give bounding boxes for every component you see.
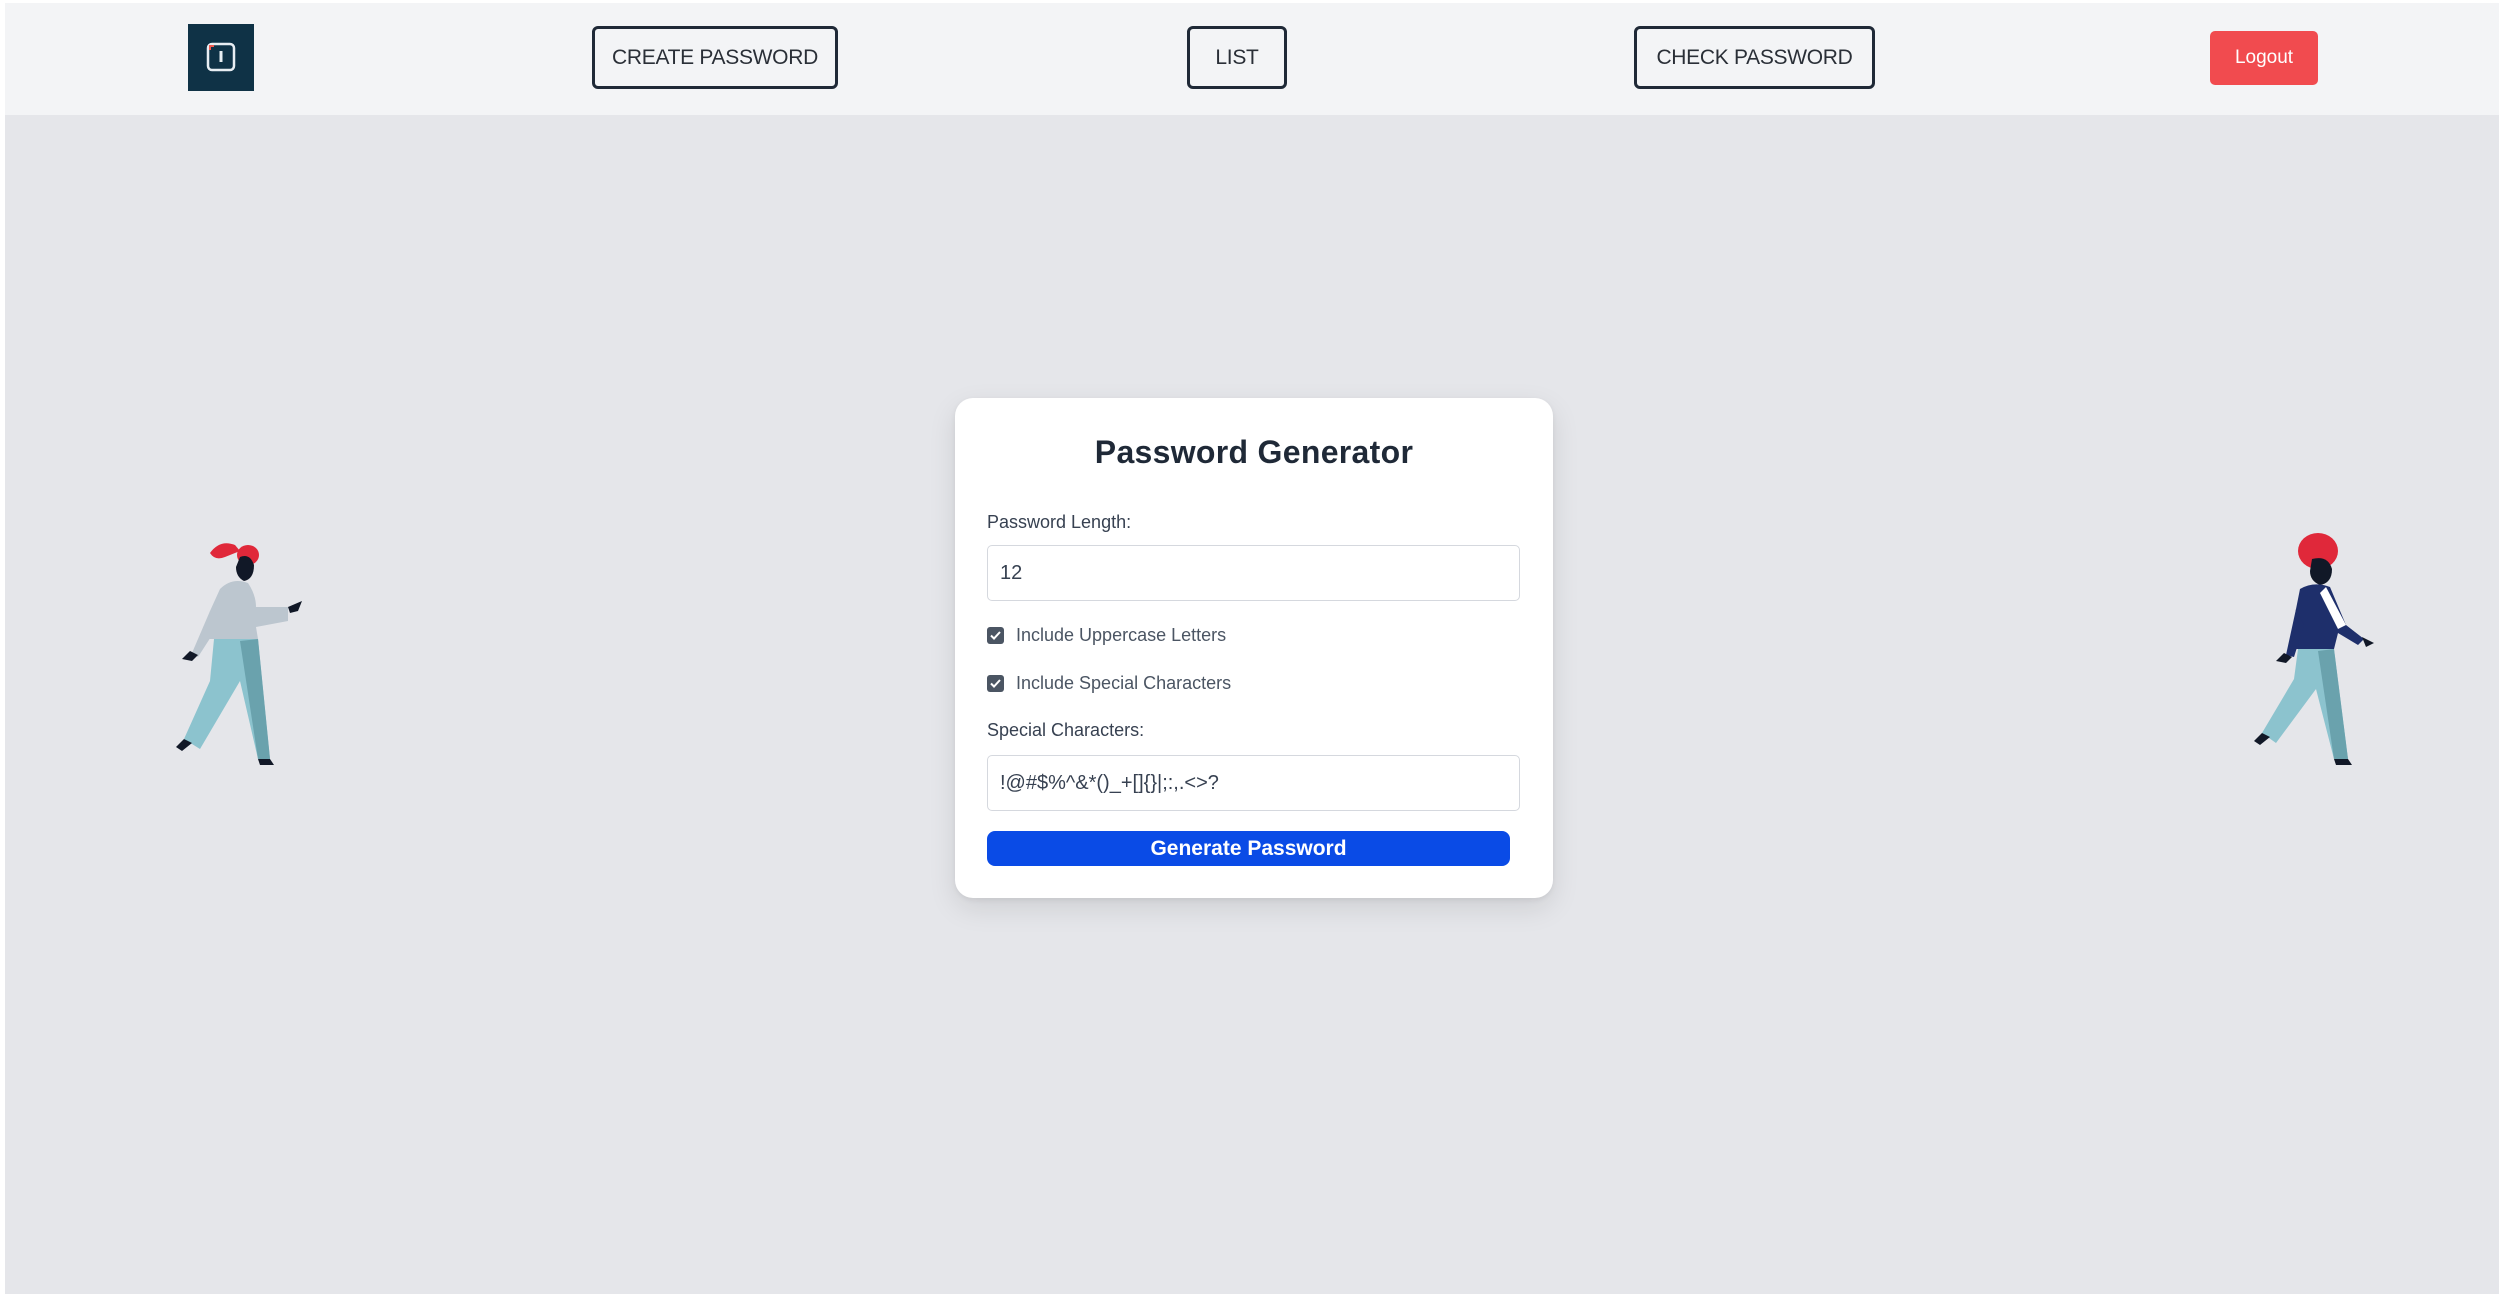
app-logo[interactable] <box>188 24 254 91</box>
special-characters-option[interactable]: Include Special Characters <box>987 672 1231 694</box>
lock-icon <box>206 42 236 72</box>
uppercase-checkbox[interactable] <box>987 626 1004 644</box>
checkmark-icon <box>990 630 1001 640</box>
nav-check-password-button[interactable]: CHECK PASSWORD <box>1634 26 1875 89</box>
uppercase-label: Include Uppercase Letters <box>1016 624 1227 645</box>
walking-woman-illustration <box>176 543 302 765</box>
nav-create-password-button[interactable]: CREATE PASSWORD <box>592 26 838 89</box>
checkmark-icon <box>990 678 1001 688</box>
special-characters-option-label: Include Special Characters <box>1016 672 1232 693</box>
generate-password-button[interactable]: Generate Password <box>987 831 1510 866</box>
logout-button[interactable]: Logout <box>2210 31 2318 85</box>
page-background: CREATE PASSWORD LIST CHECK PASSWORD Logo… <box>5 3 2499 1294</box>
top-navbar: CREATE PASSWORD LIST CHECK PASSWORD Logo… <box>5 3 2499 115</box>
walking-man-illustration <box>2254 533 2374 765</box>
special-characters-input[interactable]: !@#$%^&*()_+[]{}|;:,.<>? <box>987 755 1520 811</box>
special-characters-checkbox[interactable] <box>987 674 1004 692</box>
password-length-input[interactable]: 12 <box>987 545 1520 601</box>
special-characters-label: Special Characters: <box>987 720 1145 740</box>
password-length-label: Password Length: <box>987 512 1132 532</box>
nav-list-button[interactable]: LIST <box>1187 26 1287 89</box>
uppercase-option[interactable]: Include Uppercase Letters <box>987 624 1226 646</box>
password-generator-card: Password Generator Password Length: 12 I… <box>955 398 1553 898</box>
card-title: Password Generator <box>1094 434 1414 470</box>
